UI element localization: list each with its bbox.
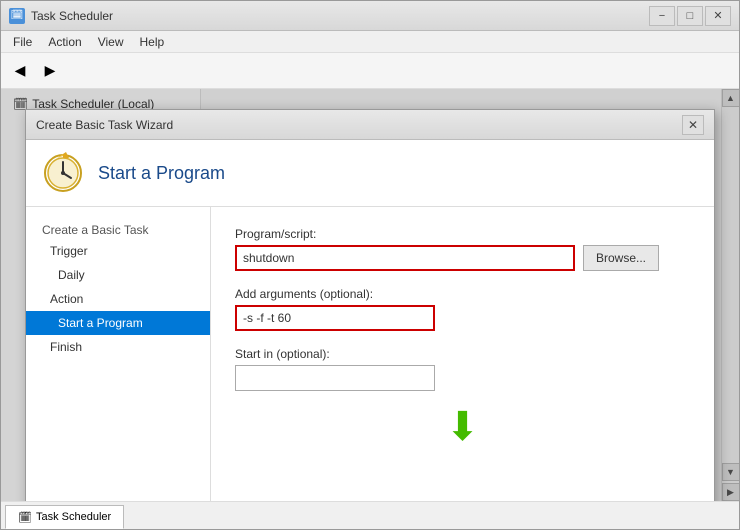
menu-view[interactable]: View	[90, 33, 132, 51]
form-row-program: Program/script: Browse...	[235, 227, 690, 271]
nav-item-trigger[interactable]: Trigger	[26, 239, 210, 263]
program-input-row: Browse...	[235, 245, 690, 271]
modal-form: Program/script: Browse... Add arguments …	[211, 207, 714, 501]
modal-header-title: Start a Program	[98, 163, 225, 184]
outer-window: 🗓 Task Scheduler − □ ✕ File Action View …	[0, 0, 740, 530]
outer-title: Task Scheduler	[31, 9, 649, 23]
titlebar-buttons: − □ ✕	[649, 6, 731, 26]
modal-header: Start a Program	[26, 140, 714, 207]
bottom-tabs: 🗓 Task Scheduler	[1, 501, 739, 529]
arguments-input-row	[235, 305, 690, 331]
menu-bar: File Action View Help	[1, 31, 739, 53]
modal-nav: Create a Basic Task Trigger Daily Action…	[26, 207, 211, 501]
menu-action[interactable]: Action	[40, 33, 89, 51]
nav-section-title: Create a Basic Task	[26, 219, 210, 239]
back-button[interactable]: ◀	[5, 57, 35, 85]
modal-titlebar: Create Basic Task Wizard ✕	[26, 110, 714, 140]
outer-titlebar: 🗓 Task Scheduler − □ ✕	[1, 1, 739, 31]
tab-taskscheduler[interactable]: 🗓 Task Scheduler	[5, 505, 124, 529]
green-down-arrow-icon: ⬇	[446, 407, 480, 447]
modal-overlay: Create Basic Task Wizard ✕ S	[1, 89, 739, 501]
main-content: 🗓 Task Scheduler (Local) ▲ ▼ ▶ Create Ba…	[1, 89, 739, 501]
browse-button[interactable]: Browse...	[583, 245, 659, 271]
start-in-label: Start in (optional):	[235, 347, 690, 361]
program-script-label: Program/script:	[235, 227, 690, 241]
menu-file[interactable]: File	[5, 33, 40, 51]
form-row-arguments: Add arguments (optional):	[235, 287, 690, 331]
minimize-button[interactable]: −	[649, 6, 675, 26]
forward-button[interactable]: ▶	[35, 57, 65, 85]
maximize-button[interactable]: □	[677, 6, 703, 26]
modal-title: Create Basic Task Wizard	[36, 118, 682, 132]
add-arguments-label: Add arguments (optional):	[235, 287, 690, 301]
nav-item-action[interactable]: Action	[26, 287, 210, 311]
start-in-input[interactable]	[235, 365, 435, 391]
nav-item-start-program[interactable]: Start a Program	[26, 311, 210, 335]
menu-help[interactable]: Help	[132, 33, 173, 51]
app-icon: 🗓	[9, 8, 25, 24]
modal-body: Create a Basic Task Trigger Daily Action…	[26, 207, 714, 501]
wizard-icon	[42, 152, 84, 194]
startin-input-row	[235, 365, 690, 391]
tab-icon: 🗓	[18, 511, 32, 524]
modal-close-button[interactable]: ✕	[682, 115, 704, 135]
green-arrow-container: ⬇	[235, 407, 690, 447]
tab-label: Task Scheduler	[36, 511, 111, 523]
program-script-input[interactable]	[235, 245, 575, 271]
toolbar: ◀ ▶	[1, 53, 739, 89]
nav-item-finish[interactable]: Finish	[26, 335, 210, 359]
add-arguments-input[interactable]	[235, 305, 435, 331]
form-row-startin: Start in (optional):	[235, 347, 690, 391]
close-button[interactable]: ✕	[705, 6, 731, 26]
modal-dialog: Create Basic Task Wizard ✕ S	[25, 109, 715, 501]
nav-item-daily[interactable]: Daily	[26, 263, 210, 287]
